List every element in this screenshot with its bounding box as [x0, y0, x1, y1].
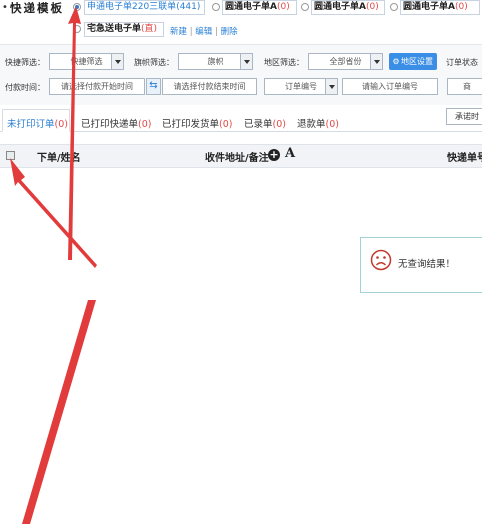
annotation-arrow-stroke: [22, 300, 96, 524]
annotation-arrow-up: [68, 6, 81, 260]
annotation-arrow-left: [10, 158, 97, 268]
annotation-arrows: [10, 6, 97, 524]
